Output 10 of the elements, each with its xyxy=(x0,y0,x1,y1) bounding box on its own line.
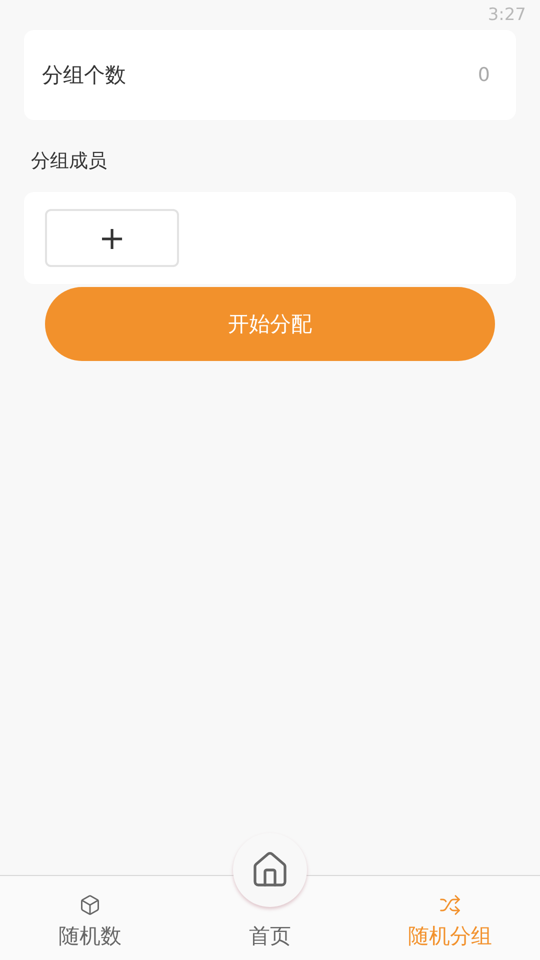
home-icon[interactable] xyxy=(233,833,307,907)
shuffle-icon xyxy=(439,894,461,916)
add-member-button[interactable]: + xyxy=(45,209,179,267)
section-title: 分组成员 xyxy=(31,149,108,174)
cube-icon xyxy=(79,894,101,916)
group-count-label: 分组个数 xyxy=(42,62,126,89)
status-time: 3:27 xyxy=(488,5,526,25)
nav-tab[interactable]: 随机数 xyxy=(0,876,180,960)
group-count-value: 0 xyxy=(478,64,490,86)
nav-tab[interactable]: 首页 xyxy=(180,876,360,960)
